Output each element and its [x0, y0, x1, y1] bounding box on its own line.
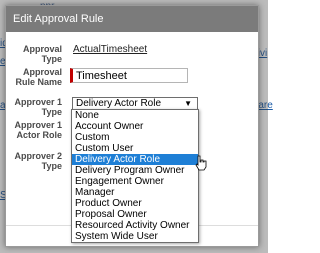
dropdown-option[interactable]: Resourced Activity Owner	[72, 220, 198, 231]
approver-1-type-selected: Delivery Actor Role	[76, 98, 162, 109]
approver-1-actor-role-label: Approver 1 Actor Role	[14, 120, 62, 140]
dropdown-option[interactable]: System Wide User	[72, 231, 198, 242]
dropdown-option[interactable]: Custom	[72, 132, 198, 143]
approval-type-label: Approval Type	[22, 44, 62, 64]
approver-1-type-label: Approver 1 Type	[14, 97, 62, 117]
dropdown-option[interactable]: Engagement Owner	[72, 176, 198, 187]
dropdown-option[interactable]: Proposal Owner	[72, 209, 198, 220]
approver-2-type-label: Approver 2 Type	[14, 151, 62, 171]
approval-type-value[interactable]: ActualTimesheet	[73, 44, 147, 55]
approval-rule-name-input[interactable]: Timesheet	[70, 68, 188, 83]
dropdown-option[interactable]: Product Owner	[72, 198, 198, 209]
dropdown-option[interactable]: Account Owner	[72, 121, 198, 132]
dropdown-option[interactable]: None	[72, 110, 198, 121]
dropdown-option[interactable]: Delivery Program Owner	[72, 165, 198, 176]
approval-rule-name-label: Approval Rule Name	[15, 67, 62, 87]
dialog-title: Edit Approval Rule	[6, 6, 258, 32]
dropdown-option[interactable]: Delivery Actor Role	[72, 154, 198, 165]
hand-cursor-icon	[195, 155, 207, 171]
dropdown-option[interactable]: Manager	[72, 187, 198, 198]
approver-1-type-dropdown: None Account Owner Custom Custom User Delive…	[71, 109, 199, 243]
dropdown-option[interactable]: Custom User	[72, 143, 198, 154]
